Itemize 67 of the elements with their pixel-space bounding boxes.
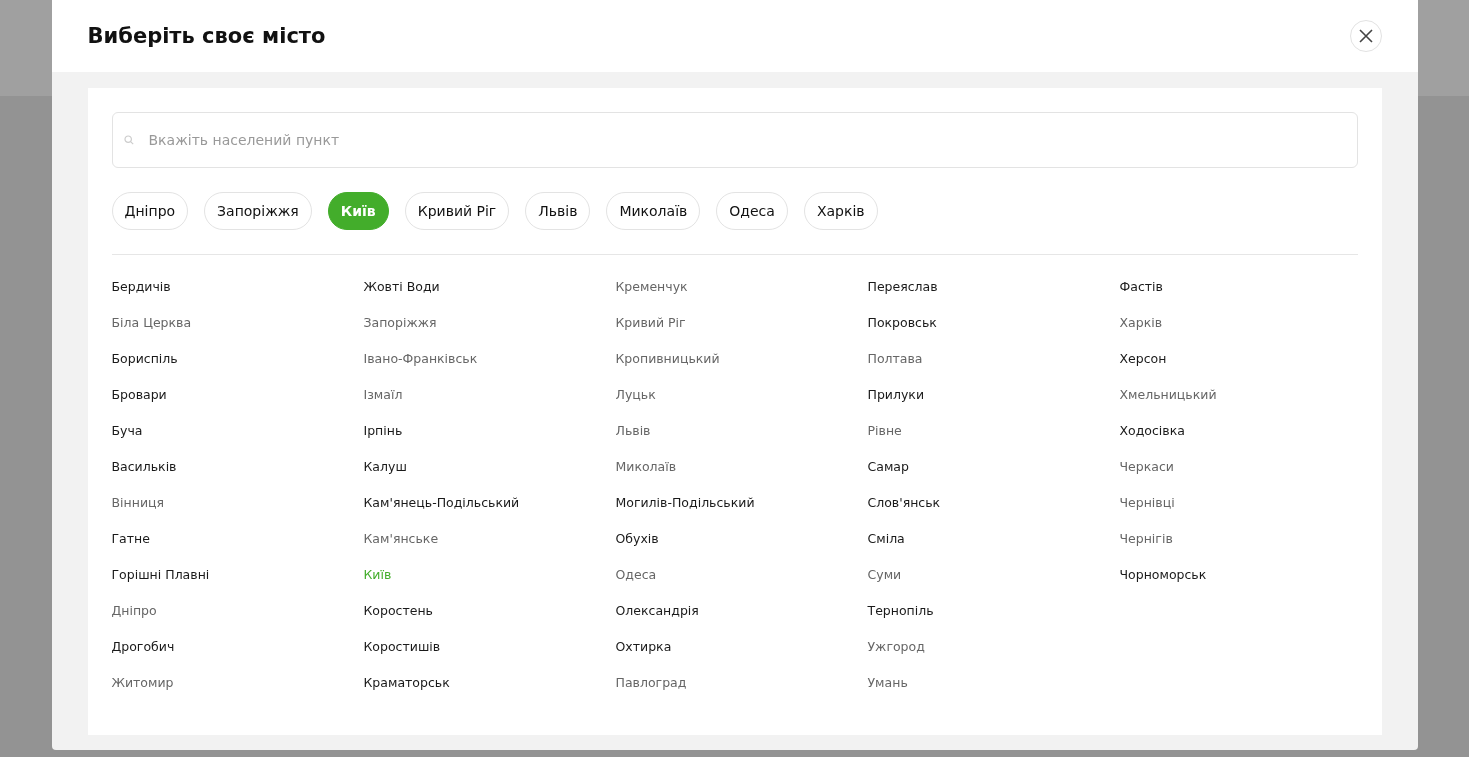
city-chip[interactable]: Львів — [525, 192, 591, 230]
city-link[interactable]: Чернігів — [1119, 531, 1173, 546]
city-link[interactable]: Кривий Ріг — [615, 315, 686, 330]
city-link[interactable]: Бердичів — [111, 279, 171, 294]
city-chip[interactable]: Харків — [803, 192, 878, 230]
city-link[interactable]: Павлоград — [615, 675, 687, 690]
city-link[interactable]: Олександрія — [615, 603, 699, 618]
city-link[interactable]: Рівне — [867, 423, 902, 438]
city-link[interactable]: Прилуки — [867, 387, 925, 402]
city-link[interactable]: Коростишів — [363, 639, 441, 654]
city-link[interactable]: Чорноморськ — [1119, 567, 1207, 582]
city-link[interactable]: Харків — [1119, 315, 1163, 330]
city-link[interactable]: Сміла — [867, 531, 905, 546]
dialog-title: Виберіть своє місто — [87, 24, 326, 48]
city-link[interactable]: Гатне — [111, 531, 150, 546]
city-link[interactable]: Івано-Франківськ — [363, 351, 478, 366]
city-link[interactable]: Буча — [111, 423, 143, 438]
city-link[interactable]: Обухів — [615, 531, 659, 546]
city-link[interactable]: Горішні Плавні — [111, 567, 210, 582]
city-link[interactable]: Чернівці — [1119, 495, 1175, 510]
city-link[interactable]: Кременчук — [615, 279, 688, 294]
city-link[interactable]: Калуш — [363, 459, 407, 474]
city-link[interactable]: Ізмаїл — [363, 387, 403, 402]
city-link[interactable]: Бровари — [111, 387, 167, 402]
city-link[interactable]: Біла Церква — [111, 315, 192, 330]
city-link[interactable]: Кам'янське — [363, 531, 439, 546]
city-link[interactable]: Херсон — [1119, 351, 1167, 366]
city-link[interactable]: Одеса — [615, 567, 657, 582]
city-link[interactable]: Умань — [867, 675, 908, 690]
city-link[interactable]: Луцьк — [615, 387, 656, 402]
city-link[interactable]: Коростень — [363, 603, 433, 618]
city-chip[interactable]: Одеса — [716, 192, 788, 230]
city-link[interactable]: Дніпро — [111, 603, 157, 618]
city-link[interactable]: Тернопіль — [867, 603, 934, 618]
city-link[interactable]: Суми — [867, 567, 902, 582]
city-link[interactable]: Могилів-Подільський — [615, 495, 755, 510]
city-link[interactable]: Ірпінь — [363, 423, 403, 438]
city-chip[interactable]: Запоріжжя — [204, 192, 312, 230]
close-button[interactable] — [1349, 20, 1382, 52]
city-link[interactable]: Черкаси — [1119, 459, 1174, 474]
city-link[interactable]: Охтирка — [615, 639, 672, 654]
close-icon — [1357, 28, 1374, 44]
city-link[interactable]: Кам'янець-Подільський — [363, 495, 520, 510]
city-link[interactable]: Житомир — [111, 675, 174, 690]
city-link[interactable]: Хмельницький — [1119, 387, 1217, 402]
city-link[interactable]: Покровськ — [867, 315, 937, 330]
city-link[interactable]: Бориспіль — [111, 351, 178, 366]
city-link[interactable]: Самар — [867, 459, 909, 474]
search-field[interactable]: Вкажіть населений пункт — [111, 112, 1358, 168]
city-link[interactable]: Слов'янськ — [867, 495, 941, 510]
city-link[interactable]: Ужгород — [867, 639, 925, 654]
city-link[interactable]: Переяслав — [867, 279, 938, 294]
city-link[interactable]: Ходосівка — [1119, 423, 1185, 438]
city-link[interactable]: Запоріжжя — [363, 315, 437, 330]
city-link[interactable]: Васильків — [111, 459, 177, 474]
city-link[interactable]: Вінниця — [111, 495, 165, 510]
city-chip[interactable]: Миколаїв — [606, 192, 701, 230]
city-link[interactable]: Кропивницький — [615, 351, 720, 366]
city-link[interactable]: Краматорськ — [363, 675, 450, 690]
city-link[interactable]: Львів — [615, 423, 651, 438]
city-link[interactable]: Миколаїв — [615, 459, 677, 474]
city-chip[interactable]: Дніпро — [111, 192, 189, 230]
city-link[interactable]: Полтава — [867, 351, 923, 366]
city-link[interactable]: Фастів — [1119, 279, 1163, 294]
city-link[interactable]: Дрогобич — [111, 639, 175, 654]
city-link[interactable]: Жовті Води — [363, 279, 440, 294]
city-chip[interactable]: Кривий Ріг — [404, 192, 510, 230]
